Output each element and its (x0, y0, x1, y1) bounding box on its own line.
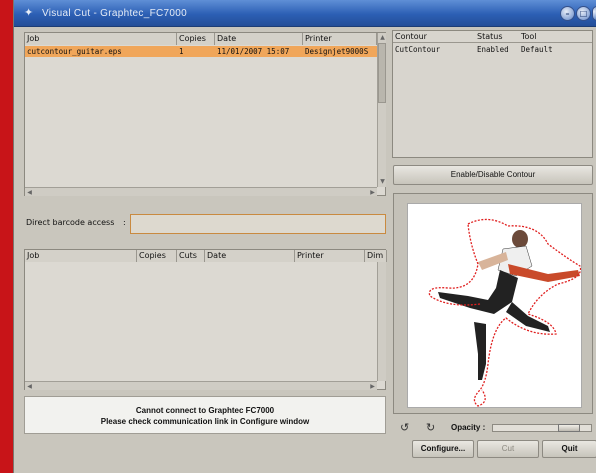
column-copies[interactable]: Copies (137, 250, 177, 262)
scroll-thumb[interactable] (378, 43, 386, 103)
cut-contour-path (428, 218, 582, 407)
barcode-input[interactable] (130, 214, 386, 234)
job-list-vscrollbar[interactable]: ▲ ▼ (377, 33, 386, 187)
rotate-right-icon[interactable]: ↻ (426, 421, 435, 434)
job-copies: 1 (179, 47, 184, 56)
maximize-button[interactable]: □ (576, 6, 591, 21)
scroll-right-icon[interactable]: ▶ (368, 188, 377, 197)
contour-tool: Default (521, 45, 553, 54)
window-title: Visual Cut - Graphtec_FC7000 (42, 8, 187, 19)
contour-list-header: Contour Status Tool (393, 31, 592, 43)
opacity-label: Opacity : (451, 423, 486, 432)
rotate-left-icon[interactable]: ↺ (400, 421, 409, 434)
table-row[interactable]: CutContour Enabled Default (393, 44, 592, 55)
column-printer[interactable]: Printer (303, 33, 377, 45)
cut-list-hscrollbar[interactable]: ◀ ▶ (25, 381, 377, 390)
scroll-up-icon[interactable]: ▲ (378, 33, 387, 42)
configure-button[interactable]: Configure... (412, 440, 474, 458)
column-printer[interactable]: Printer (295, 250, 365, 262)
cut-button[interactable]: Cut (477, 440, 539, 458)
column-dim[interactable]: Dim (365, 250, 387, 262)
job-printer: Designjet9000S (305, 47, 369, 56)
column-job[interactable]: Job (25, 250, 137, 262)
preview-canvas[interactable] (407, 203, 582, 408)
preview-frame (393, 193, 593, 414)
column-cuts[interactable]: Cuts (177, 250, 205, 262)
opacity-slider[interactable] (492, 424, 592, 432)
enable-disable-contour-button[interactable]: Enable/Disable Contour (393, 165, 593, 185)
column-status[interactable]: Status (475, 31, 519, 43)
barcode-separator: : (122, 218, 126, 227)
column-job[interactable]: Job (25, 33, 177, 45)
cut-list-vscrollbar[interactable] (377, 262, 386, 381)
opacity-slider-thumb[interactable] (558, 424, 580, 432)
guitarist-figure (438, 230, 580, 380)
column-copies[interactable]: Copies (177, 33, 215, 45)
scroll-right-icon[interactable]: ▶ (368, 382, 377, 391)
cut-list[interactable]: Job Copies Cuts Date Printer Dim ◀ ▶ (24, 249, 387, 390)
title-bar[interactable]: ✦ Visual Cut - Graphtec_FC7000 – □ (14, 0, 596, 27)
jumping-guitarist-image (428, 218, 582, 407)
scroll-down-icon[interactable]: ▼ (378, 177, 387, 186)
job-name: cutcontour_guitar.eps (27, 47, 122, 56)
column-date[interactable]: Date (205, 250, 295, 262)
contour-status: Enabled (477, 45, 509, 54)
close-button[interactable] (592, 6, 596, 21)
minimize-button[interactable]: – (560, 6, 575, 21)
job-date: 11/01/2007 15:07 (217, 47, 290, 56)
column-tool[interactable]: Tool (519, 31, 579, 43)
contour-name: CutContour (395, 45, 441, 54)
cut-list-header: Job Copies Cuts Date Printer Dim (25, 250, 387, 262)
window-menu-icon[interactable]: ✦ (24, 6, 38, 20)
job-list-hscrollbar[interactable]: ◀ ▶ (25, 187, 377, 196)
table-row[interactable]: cutcontour_guitar.eps 1 11/01/2007 15:07… (25, 46, 377, 57)
column-contour[interactable]: Contour (393, 31, 475, 43)
contour-list[interactable]: Contour Status Tool CutContour Enabled D… (392, 30, 593, 158)
scroll-left-icon[interactable]: ◀ (25, 188, 34, 197)
status-message: Cannot connect to Graphtec FC7000 Please… (24, 396, 386, 434)
status-line-2: Please check communication link in Confi… (100, 417, 310, 426)
barcode-label-text: Direct barcode access (26, 218, 115, 227)
column-date[interactable]: Date (215, 33, 303, 45)
scroll-left-icon[interactable]: ◀ (25, 382, 34, 391)
status-line-1: Cannot connect to Graphtec FC7000 (135, 406, 275, 415)
job-list-header: Job Copies Date Printer (25, 33, 377, 45)
job-list[interactable]: Job Copies Date Printer cutcontour_guita… (24, 32, 386, 196)
app-window: ✦ Visual Cut - Graphtec_FC7000 – □ Job C… (13, 0, 596, 473)
quit-button[interactable]: Quit (542, 440, 596, 458)
barcode-label: Direct barcode access : (26, 218, 126, 227)
